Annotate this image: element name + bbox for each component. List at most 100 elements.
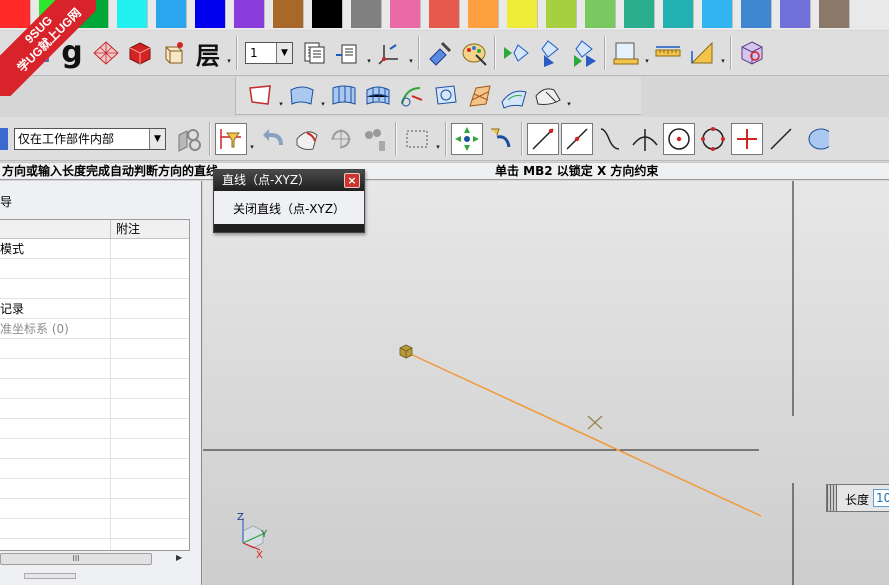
work-layer-select[interactable]: 1 ▼ [245,42,293,64]
move-to-layer-icon[interactable] [332,37,364,69]
analysis-dropdown[interactable]: ▾ [719,37,727,69]
type-filter-dropdown[interactable]: ▾ [248,123,256,155]
table-row[interactable] [0,439,189,459]
view-orient-cube-icon[interactable] [736,37,768,69]
color-swatch[interactable] [312,0,343,28]
table-row[interactable] [0,379,189,399]
feature-face-select-icon[interactable] [291,123,323,155]
color-swatch[interactable] [663,0,694,28]
close-icon[interactable]: × [344,173,360,188]
color-swatch[interactable] [234,0,265,28]
snap-quadrant-icon[interactable] [697,123,729,155]
measure-distance-icon[interactable] [610,37,642,69]
drag-handle-icon[interactable] [827,485,837,511]
navigator-resize-bar[interactable] [0,570,202,585]
color-swatch[interactable] [624,0,655,28]
snap-midpoint-icon[interactable] [561,122,593,155]
color-swatch[interactable] [0,0,31,28]
graphics-window[interactable]: Z Y X [203,181,889,585]
color-swatch[interactable] [78,0,109,28]
table-row[interactable]: 模式 [0,239,189,259]
color-swatch[interactable] [156,0,187,28]
through-curve-mesh-icon[interactable] [362,80,394,112]
shaded-cube-icon[interactable] [124,37,156,69]
color-swatch[interactable] [351,0,382,28]
selection-scope-select[interactable]: 仅在工作部件内部 ▼ [14,127,166,150]
measure-dropdown[interactable]: ▾ [643,37,651,69]
snap-g-icon[interactable]: g [56,37,88,69]
undo-selection-icon[interactable] [257,123,289,155]
snap-options-icon[interactable] [485,123,517,155]
color-palette-icon[interactable] [458,37,490,69]
snap-point-on-curve-icon[interactable] [765,123,797,155]
column-header-note[interactable]: 附注 [110,220,189,239]
table-row[interactable] [0,339,189,359]
layer-settings-dropdown[interactable]: ▾ [225,37,233,69]
color-swatch[interactable] [585,0,616,28]
ruler-icon[interactable] [652,37,684,69]
table-row[interactable] [0,279,189,299]
type-filter-edge[interactable] [0,127,8,150]
color-swatch[interactable] [390,0,421,28]
sketch-icon[interactable] [22,37,54,69]
color-swatch[interactable] [741,0,772,28]
layer-settings-icon[interactable]: 层 [192,37,224,70]
table-row[interactable]: 准坐标系 (0) [0,319,189,339]
measure-angle-icon[interactable] [686,37,718,69]
snap-intersection-icon[interactable] [629,123,661,155]
snap-arc-center-icon[interactable] [663,122,695,155]
color-swatch[interactable] [39,0,70,28]
scrollbar-thumb[interactable]: III [0,553,152,565]
snap-control-point-icon[interactable] [595,123,627,155]
color-swatch[interactable] [546,0,577,28]
edit-object-display-icon[interactable] [424,37,456,69]
color-swatch[interactable] [702,0,733,28]
snap-point-enable-icon[interactable] [451,122,483,155]
studio-surface-icon[interactable] [498,80,530,112]
ruled-dropdown[interactable]: ▾ [319,80,327,112]
dialog-title-bar[interactable]: 直线（点-XYZ） × [214,170,364,191]
chevron-down-icon[interactable]: ▼ [149,128,165,149]
n-sided-surface-icon[interactable] [464,80,496,112]
type-filter-icon[interactable] [215,122,247,155]
swept-icon[interactable] [396,80,428,112]
bounded-plane-icon[interactable] [244,80,276,112]
close-line-button[interactable]: 关闭直线（点-XYZ） [220,198,358,220]
color-swatch[interactable] [195,0,226,28]
table-row[interactable] [0,499,189,519]
invert-show-icon[interactable] [534,37,566,69]
color-swatch[interactable] [468,0,499,28]
rectangle-select-icon[interactable] [401,123,433,155]
color-swatch[interactable] [507,0,538,28]
scroll-right-icon[interactable]: ▶ [176,553,182,562]
show-all-icon[interactable] [568,37,600,69]
snap-endpoint-icon[interactable] [527,122,559,155]
table-row[interactable]: 记录 [0,299,189,319]
snap-existing-point-icon[interactable] [731,122,763,155]
layer-dropdown[interactable]: ▾ [365,37,373,69]
navigator-horizontal-scrollbar[interactable]: III ▶ [0,551,190,568]
grid-plane-icon[interactable] [90,37,122,69]
line-preview[interactable] [405,351,762,517]
table-row[interactable] [0,259,189,279]
color-swatch[interactable] [273,0,304,28]
wcs-orient-icon[interactable] [374,37,406,69]
rotate-snap-icon[interactable] [325,123,357,155]
start-point-cube[interactable] [399,344,413,359]
section-surface-icon[interactable] [430,80,462,112]
resize-grip[interactable] [24,573,76,579]
through-curves-icon[interactable] [328,80,360,112]
color-swatch[interactable] [429,0,460,28]
length-field[interactable]: 10 [873,489,889,507]
table-row[interactable] [0,399,189,419]
snap-point-on-face-icon[interactable] [799,123,831,155]
surface-more-dropdown[interactable]: ▾ [565,80,573,112]
color-swatch[interactable] [780,0,811,28]
table-row[interactable] [0,539,189,550]
table-row[interactable] [0,519,189,539]
ruled-surface-icon[interactable] [286,80,318,112]
hidden-select-icon[interactable] [359,123,391,155]
show-hide-icon[interactable] [500,37,532,69]
wcs-display-icon[interactable] [158,37,190,69]
color-swatch[interactable] [819,0,850,28]
